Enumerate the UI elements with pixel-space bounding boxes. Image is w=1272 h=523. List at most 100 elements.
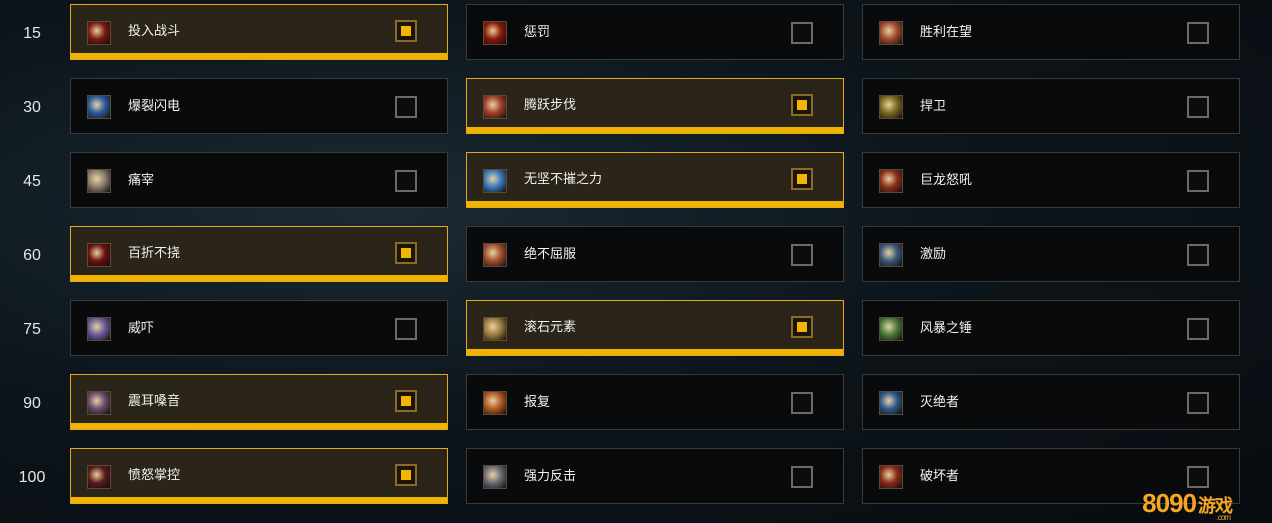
warrior-charge-icon xyxy=(87,21,111,45)
face-icon xyxy=(87,169,111,193)
talent-checkbox[interactable] xyxy=(1187,244,1209,266)
talent-checkbox[interactable] xyxy=(791,316,813,338)
watermark-domain: .com xyxy=(1216,513,1231,522)
talent-name: 破坏者 xyxy=(920,469,960,484)
talent-checkbox[interactable] xyxy=(395,96,417,118)
revenge-icon xyxy=(483,391,507,415)
talent-checkbox[interactable] xyxy=(791,168,813,190)
talent-checkbox[interactable] xyxy=(1187,22,1209,44)
talent-row: 30 爆裂闪电 腾跃步伐 捍卫 xyxy=(0,78,1272,138)
checkbox-check-mark xyxy=(401,26,411,36)
talent-name: 投入战斗 xyxy=(128,24,181,39)
talent-row: 60 百折不挠 绝不屈服 激励 xyxy=(0,226,1272,286)
talent-name: 滚石元素 xyxy=(524,320,577,335)
talent-name: 胜利在望 xyxy=(920,25,973,40)
talent-name: 惩罚 xyxy=(524,25,551,40)
talent-checkbox[interactable] xyxy=(1187,318,1209,340)
talent-checkbox[interactable] xyxy=(791,22,813,44)
talent-checkbox[interactable] xyxy=(395,390,417,412)
talent-card[interactable]: 强力反击 xyxy=(466,448,844,504)
checkbox-check-mark xyxy=(401,248,411,258)
talent-card[interactable]: 腾跃步伐 xyxy=(466,78,844,134)
storm-hammer-icon xyxy=(879,317,903,341)
talent-name: 爆裂闪电 xyxy=(128,99,181,114)
boulder-icon xyxy=(483,465,507,489)
talent-checkbox[interactable] xyxy=(395,170,417,192)
talent-name: 痛宰 xyxy=(128,173,155,188)
talent-name: 报复 xyxy=(524,395,551,410)
talent-checkbox[interactable] xyxy=(791,466,813,488)
talent-checkbox[interactable] xyxy=(395,242,417,264)
talent-card[interactable]: 报复 xyxy=(466,374,844,430)
watermark-logo: 8090 游戏 .com xyxy=(1142,488,1233,522)
talent-checkbox[interactable] xyxy=(1187,170,1209,192)
talent-card[interactable]: 巨龙怒吼 xyxy=(862,152,1240,208)
talent-card[interactable]: 惩罚 xyxy=(466,4,844,60)
talent-card[interactable]: 灭绝者 xyxy=(862,374,1240,430)
talent-card[interactable]: 百折不挠 xyxy=(70,226,448,282)
talent-checkbox[interactable] xyxy=(791,94,813,116)
talent-level-label: 100 xyxy=(18,469,46,486)
talent-name: 百折不挠 xyxy=(128,246,181,261)
talent-level-label: 30 xyxy=(23,99,41,116)
talent-level-label: 45 xyxy=(23,173,41,190)
talent-name: 威吓 xyxy=(128,321,155,336)
talent-card[interactable]: 滚石元素 xyxy=(466,300,844,356)
talent-level-label: 60 xyxy=(23,247,41,264)
demon-icon xyxy=(87,243,111,267)
annihilator-icon xyxy=(879,391,903,415)
roar-icon xyxy=(87,391,111,415)
talent-card[interactable]: 绝不屈服 xyxy=(466,226,844,282)
talent-checkbox[interactable] xyxy=(1187,392,1209,414)
talent-card[interactable]: 爆裂闪电 xyxy=(70,78,448,134)
talent-level-label: 75 xyxy=(23,321,41,338)
fist-icon xyxy=(483,243,507,267)
talent-name: 绝不屈服 xyxy=(524,247,577,262)
talent-checkbox[interactable] xyxy=(791,392,813,414)
talent-name: 灭绝者 xyxy=(920,395,960,410)
talent-level-label: 15 xyxy=(23,25,41,42)
talent-card[interactable]: 捍卫 xyxy=(862,78,1240,134)
talent-row: 90 震耳嗓音 报复 灭绝者 xyxy=(0,374,1272,434)
blue-strike-icon xyxy=(483,169,507,193)
lightning-icon xyxy=(87,95,111,119)
talent-checkbox[interactable] xyxy=(395,464,417,486)
talent-name: 愤怒掌控 xyxy=(128,468,181,483)
talent-card[interactable]: 投入战斗 xyxy=(70,4,448,60)
talent-card[interactable]: 无坚不摧之力 xyxy=(466,152,844,208)
talent-name: 捍卫 xyxy=(920,99,947,114)
talent-name: 腾跃步伐 xyxy=(524,98,577,113)
talent-name: 无坚不摧之力 xyxy=(524,172,603,187)
talent-card[interactable]: 震耳嗓音 xyxy=(70,374,448,430)
talent-card[interactable]: 威吓 xyxy=(70,300,448,356)
checkbox-check-mark xyxy=(797,100,807,110)
talent-level-label: 90 xyxy=(23,395,41,412)
rage-icon xyxy=(87,465,111,489)
defend-icon xyxy=(879,95,903,119)
talent-card[interactable]: 风暴之锤 xyxy=(862,300,1240,356)
red-shield-icon xyxy=(483,21,507,45)
talent-card[interactable]: 愤怒掌控 xyxy=(70,448,448,504)
talent-checkbox[interactable] xyxy=(791,244,813,266)
shout-icon xyxy=(879,243,903,267)
talent-card[interactable]: 胜利在望 xyxy=(862,4,1240,60)
talent-checkbox[interactable] xyxy=(395,318,417,340)
talent-row: 75 威吓 滚石元素 风暴之锤 xyxy=(0,300,1272,360)
checkbox-check-mark xyxy=(797,322,807,332)
talent-card[interactable]: 激励 xyxy=(862,226,1240,282)
talent-name: 风暴之锤 xyxy=(920,321,973,336)
talent-name: 巨龙怒吼 xyxy=(920,173,973,188)
ravager-icon xyxy=(879,465,903,489)
talent-name: 激励 xyxy=(920,247,947,262)
victory-icon xyxy=(879,21,903,45)
talent-card[interactable]: 痛宰 xyxy=(70,152,448,208)
checkbox-check-mark xyxy=(401,396,411,406)
intimidate-icon xyxy=(87,317,111,341)
leap-icon xyxy=(483,95,507,119)
talent-name: 强力反击 xyxy=(524,469,577,484)
talent-name: 震耳嗓音 xyxy=(128,394,181,409)
talent-checkbox[interactable] xyxy=(1187,466,1209,488)
talent-checkbox[interactable] xyxy=(1187,96,1209,118)
checkbox-check-mark xyxy=(797,174,807,184)
talent-checkbox[interactable] xyxy=(395,20,417,42)
